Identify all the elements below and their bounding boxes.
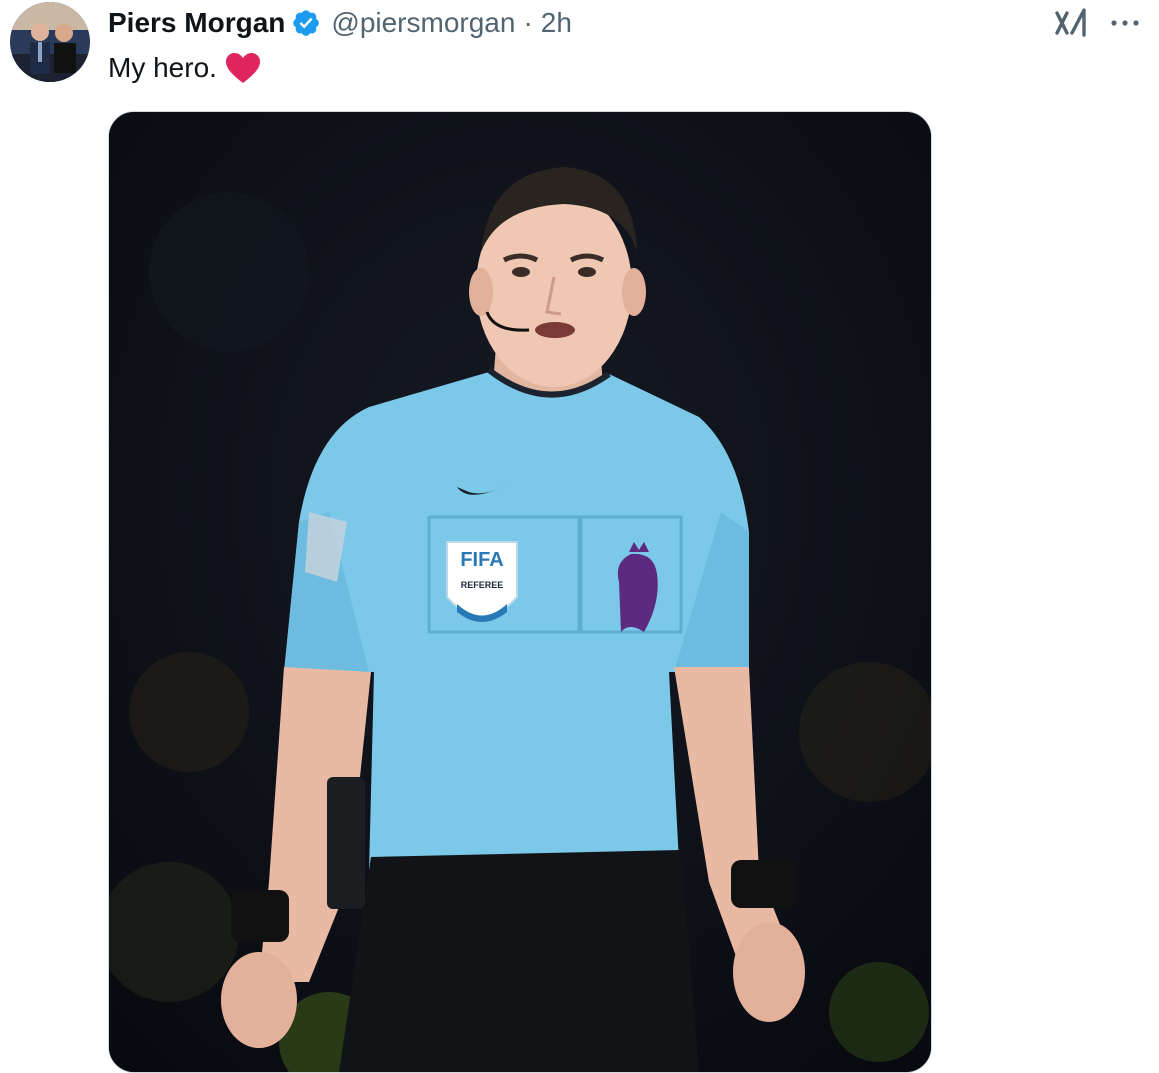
more-options-icon[interactable] — [1108, 8, 1142, 38]
tweet[interactable]: Piers Morgan @piersmorgan · 2h My hero. — [0, 0, 1159, 1073]
fifa-badge-subtitle: REFEREE — [461, 580, 504, 590]
fifa-badge-title: FIFA — [460, 549, 503, 571]
separator-dot: · — [523, 7, 533, 38]
author-avatar[interactable] — [10, 2, 90, 82]
tweet-text: My hero. — [108, 48, 261, 88]
tweet-media-image[interactable]: FIFA REFEREE 2023 — [108, 111, 932, 1073]
tweet-timestamp[interactable]: 2h — [541, 7, 572, 39]
author-display-name[interactable]: Piers Morgan — [108, 7, 285, 39]
grok-icon[interactable] — [1054, 6, 1088, 40]
tweet-body: My hero. — [108, 52, 217, 83]
referee-photo: FIFA REFEREE 2023 — [109, 112, 931, 1072]
red-heart-icon — [225, 52, 261, 84]
author-handle[interactable]: @piersmorgan — [331, 7, 515, 39]
verified-badge-icon[interactable] — [291, 8, 321, 38]
avatar-photo — [10, 2, 90, 82]
tweet-header: Piers Morgan @piersmorgan · 2h — [108, 4, 572, 42]
